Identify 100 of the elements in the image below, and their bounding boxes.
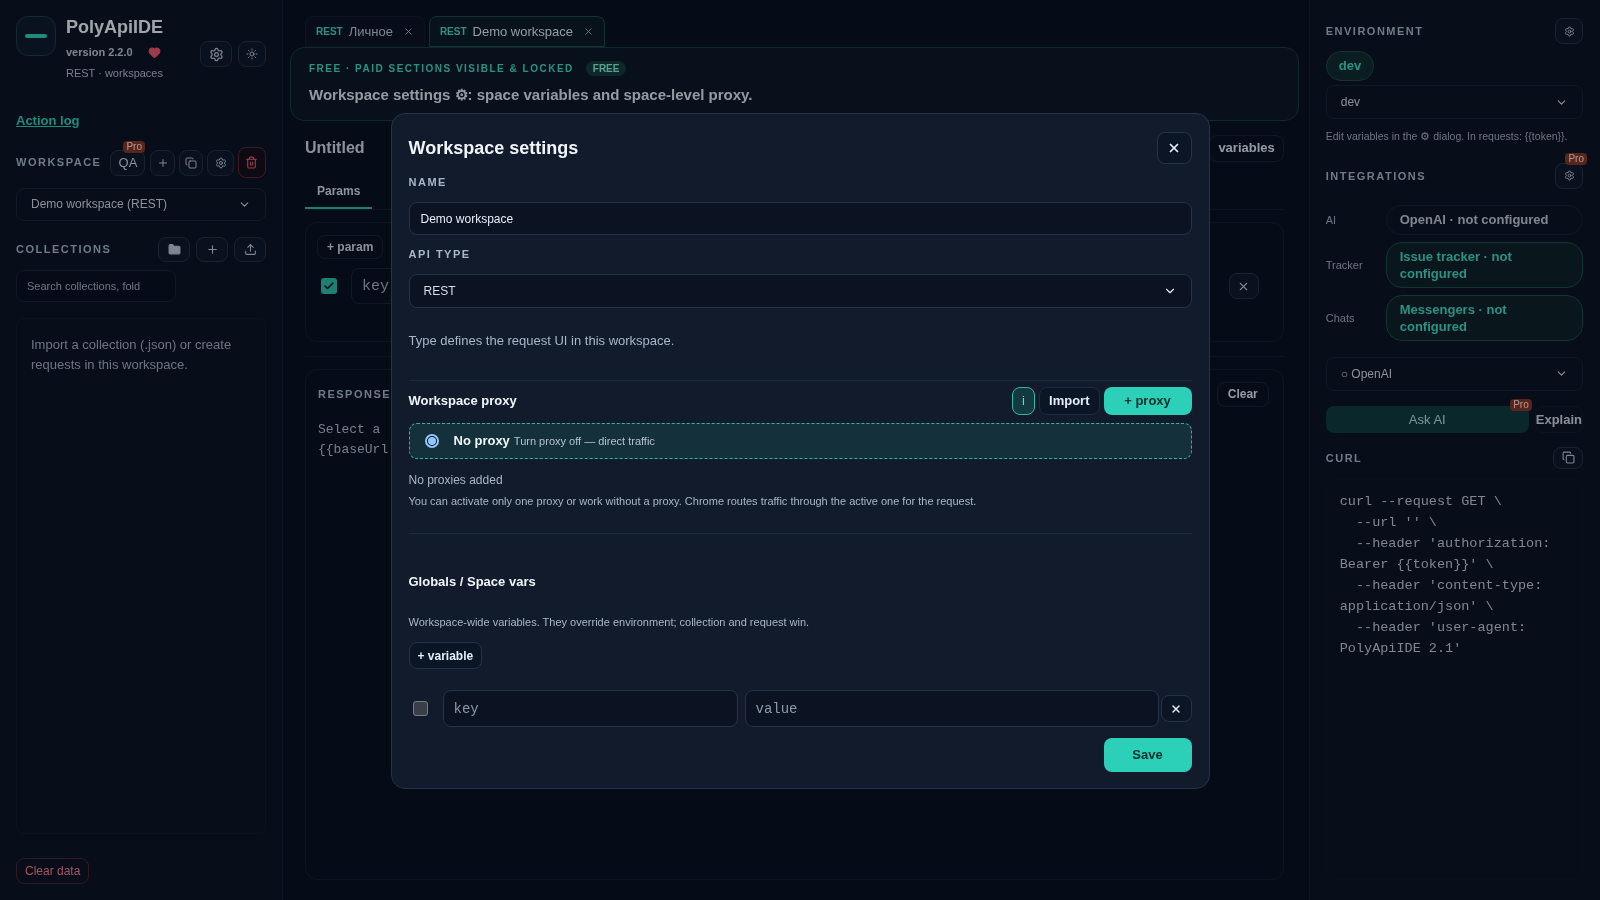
close-button[interactable] (1156, 132, 1192, 164)
add-param-button[interactable]: + param (317, 235, 384, 259)
close-icon (1167, 141, 1181, 155)
clear-data-button[interactable]: Clear data (16, 858, 90, 884)
save-button[interactable]: Save (1103, 738, 1192, 772)
pro-badge: Pro (123, 140, 145, 153)
code-line: --header 'user-agent: (1354, 618, 1527, 637)
info-button[interactable]: i (1012, 387, 1036, 415)
trash-icon (245, 156, 259, 169)
integration-label: Tracker (1325, 257, 1364, 273)
api-type-select[interactable]: REST (408, 274, 1192, 308)
code-line: Bearer {{token}}' \ (1339, 555, 1494, 574)
remove-button[interactable] (1228, 273, 1259, 299)
tab-type: REST (316, 25, 343, 39)
integration-label: AI (1325, 212, 1338, 228)
tab-label: Личное (348, 22, 393, 41)
close-icon (1170, 702, 1182, 715)
close-icon (583, 26, 594, 37)
section-label: COLLECTIONS (16, 242, 112, 258)
integration-pill[interactable]: OpenAI · not configured (1385, 204, 1583, 235)
settings-button[interactable] (200, 41, 232, 67)
settings-button[interactable] (1555, 18, 1583, 44)
value-field[interactable]: value (744, 690, 1159, 727)
subtitle: REST · workspaces (66, 65, 163, 81)
section-label: WORKSPACE (16, 155, 102, 171)
folder-icon (167, 243, 181, 256)
clear-button[interactable]: Clear (1216, 381, 1269, 407)
gear-icon (1563, 25, 1575, 37)
field-label: API TYPE (408, 247, 472, 261)
code-line: PolyApiIDE 2.1' (1339, 639, 1462, 658)
integration-pill[interactable]: Messengers · not configured (1385, 294, 1583, 341)
empty-message: No proxies added (408, 472, 504, 489)
code-line: --header 'authorization: (1354, 534, 1551, 553)
empty-message: Import a collection (.json) or create requests in this workspace. (31, 335, 233, 374)
add-button[interactable] (196, 237, 228, 262)
checkbox[interactable] (321, 278, 337, 294)
gear-icon (214, 156, 227, 169)
add-proxy-button[interactable]: + proxy (1103, 387, 1192, 415)
delete-button[interactable] (237, 147, 266, 178)
copy-icon (185, 156, 198, 169)
search-field[interactable]: Search collections, fold (16, 269, 176, 302)
section-label: CURL (1325, 450, 1363, 466)
remove-button[interactable] (1160, 695, 1192, 722)
theme-button[interactable] (238, 41, 266, 67)
section-title: Globals / Space vars (408, 573, 537, 591)
proxy-note: You can activate only one proxy or work without a proxy. Chrome routes traffic through the active one for the request. (408, 494, 978, 509)
close-icon (402, 26, 414, 37)
settings-button[interactable] (207, 149, 234, 176)
banner-text: Workspace settings ⚙: space variables and space-level proxy. (309, 85, 754, 105)
upload-icon (243, 243, 257, 256)
logo-icon (16, 16, 56, 56)
field-label: NAME (408, 175, 448, 189)
app-name: PolyApiIDE (66, 16, 163, 38)
heart-icon (147, 45, 161, 59)
pro-badge: Pro (1510, 398, 1532, 411)
version-label: version 2.2.0 (66, 45, 133, 60)
environment-chip[interactable]: dev (1325, 51, 1375, 81)
radio-button[interactable] (424, 434, 439, 448)
tab[interactable]: REST Demo workspace (428, 16, 605, 47)
globals-description: Workspace-wide variables. They override environment; collection and request win. (408, 615, 811, 630)
api-type-hint: Type defines the request UI in this workspace. (408, 332, 676, 350)
name-field[interactable]: Demo workspace (408, 202, 1192, 235)
response-text: Select a (318, 421, 381, 439)
add-button[interactable] (150, 149, 175, 176)
tab-label: Demo workspace (472, 22, 573, 41)
free-badge: FREE (585, 61, 627, 76)
tab-type: REST (439, 25, 467, 39)
environment-select[interactable]: dev (1325, 85, 1583, 119)
upload-button[interactable] (234, 237, 266, 262)
plus-icon (205, 243, 219, 256)
proxy-option[interactable]: No proxy Turn proxy off — direct traffic (408, 423, 1192, 459)
add-variable-button[interactable]: + variable (408, 642, 483, 669)
copy-button[interactable] (1553, 446, 1583, 469)
section-title: Workspace proxy (408, 392, 517, 411)
code-line: --header 'content-type: (1354, 576, 1543, 595)
section-label: RESPONSE (318, 386, 392, 402)
section-label: INTEGRATIONS (1325, 168, 1427, 184)
integration-pill[interactable]: Issue tracker · not configured (1385, 241, 1583, 288)
code-line: --url '' \ (1354, 513, 1437, 532)
ai-select[interactable]: ○ OpenAI (1325, 356, 1583, 391)
checkbox[interactable] (412, 701, 428, 716)
banner-caption: FREE · PAID SECTIONS VISIBLE & LOCKED (309, 62, 574, 76)
key-field[interactable]: key (442, 690, 738, 727)
copy-icon (1561, 451, 1575, 465)
workspace-select[interactable]: Demo workspace (REST) (16, 187, 266, 221)
folder-button[interactable] (158, 237, 190, 262)
pro-badge: Pro (1565, 152, 1587, 165)
copy-button[interactable] (178, 149, 204, 176)
integration-label: Chats (1325, 310, 1356, 326)
qa-button[interactable]: QA (110, 149, 146, 176)
import-button[interactable]: Import (1039, 387, 1100, 415)
plus-icon (156, 156, 169, 169)
section-label: ENVIRONMENT (1325, 23, 1424, 39)
code-line: application/json' \ (1339, 597, 1494, 616)
settings-button[interactable] (1555, 162, 1583, 189)
explain-button[interactable]: Explain (1534, 405, 1583, 433)
tab[interactable]: REST Личное (305, 16, 425, 47)
params-tab[interactable]: Params (305, 175, 373, 209)
action-log-link[interactable]: Action log (16, 111, 80, 131)
dialog-title: Workspace settings (408, 136, 579, 160)
